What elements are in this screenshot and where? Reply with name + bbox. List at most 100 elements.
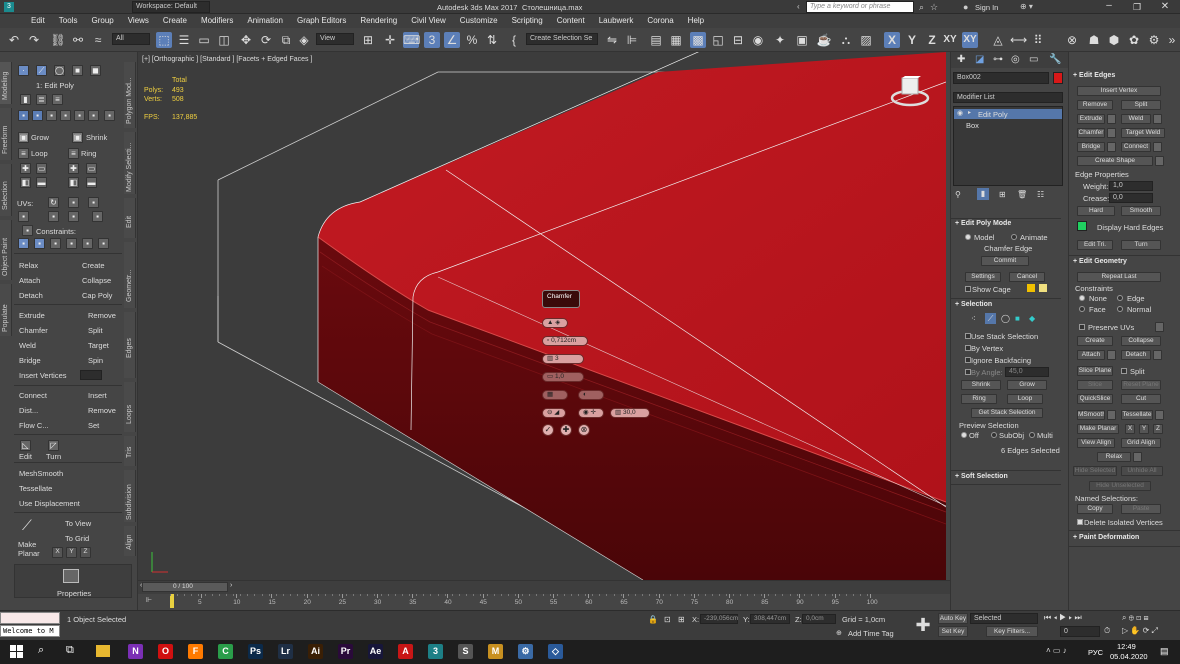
animate-radio[interactable] — [1011, 234, 1017, 240]
collapse-button[interactable]: Collapse — [82, 276, 111, 285]
set-flow-button[interactable]: Set — [88, 421, 99, 430]
viewport-nav-controls-2[interactable]: ▷ ✋ ⟳ ⤢ — [1122, 626, 1158, 636]
named-selection-sets-dropdown[interactable]: Create Selection Se — [526, 33, 598, 45]
element-icon[interactable]: ◼ — [90, 65, 101, 76]
tray-icons[interactable]: ˄ ▭ ♪ — [1046, 646, 1067, 655]
chamfer-type-dropdown[interactable]: ▲ ◈ — [542, 318, 568, 328]
next-frame-icon[interactable]: ▸ — [1069, 613, 1073, 622]
task-view-icon[interactable]: ⧉ — [66, 644, 74, 657]
named-selection-icon[interactable]: { — [506, 32, 522, 48]
menu-item-content[interactable]: Content — [550, 14, 592, 28]
motion-tab-icon[interactable]: ◎ — [1011, 54, 1020, 65]
fov-icon[interactable]: ▷ — [1122, 626, 1128, 635]
pin-stack-icon[interactable]: ⚲ — [955, 190, 961, 199]
create-shape-button[interactable]: Create Shape — [1077, 156, 1153, 166]
chevron-left-icon[interactable]: ‹ — [797, 3, 805, 11]
tool-f-icon[interactable]: ▪ — [88, 110, 99, 121]
ep-split-button[interactable]: Split — [1121, 100, 1161, 110]
taskbar-app-icon[interactable]: S — [458, 644, 473, 659]
pivot-center-icon[interactable]: ⊞ — [360, 32, 376, 48]
settings-button[interactable]: Settings — [965, 272, 1001, 282]
constraint-none-icon[interactable]: ▪ — [18, 238, 29, 249]
zoom-icon[interactable]: ⌕ — [1122, 613, 1126, 622]
constraint-edge-icon[interactable]: ▪ — [34, 238, 45, 249]
edit-tris-button[interactable]: Edit — [19, 452, 32, 461]
taskbar-app-icon[interactable]: Ae — [368, 644, 383, 659]
ep-turn-button[interactable]: Turn — [1121, 240, 1161, 250]
windows-start-icon[interactable] — [10, 645, 23, 658]
axis-z-button[interactable]: Z — [924, 32, 940, 48]
crease-spinner[interactable]: 0,0 — [1109, 193, 1153, 203]
tab-polygon-modeling[interactable]: Polygon Mod... — [124, 62, 136, 128]
curve-editor-icon[interactable]: ◱ — [710, 32, 726, 48]
link-icon[interactable]: ⛓ — [50, 32, 66, 48]
cage-color-swatch[interactable] — [1027, 284, 1035, 292]
distance-connect-button[interactable]: Dist... — [19, 406, 38, 415]
taskbar-app-icon[interactable]: ⚙ — [518, 644, 533, 659]
zoom-all-icon[interactable]: ⊕ — [1129, 613, 1134, 622]
toolbar-overflow-icon[interactable]: » — [1164, 32, 1180, 48]
keyboard-shortcut-override-icon[interactable]: ⌨ — [403, 32, 420, 48]
create-button[interactable]: Create — [82, 261, 105, 270]
taskbar-app-icon[interactable]: Ps — [248, 644, 263, 659]
maxscript-listener[interactable]: Welcome to M — [0, 625, 60, 637]
select-by-name-icon[interactable]: ☰ — [176, 32, 192, 48]
split-checkbox[interactable] — [1121, 368, 1127, 374]
redo-icon[interactable]: ↷ — [26, 32, 42, 48]
tool-a-icon[interactable]: ▪ — [18, 110, 29, 121]
menu-item-laubwerk[interactable]: Laubwerk — [592, 14, 641, 28]
meshsmooth-button[interactable]: MeshSmooth — [19, 469, 63, 478]
constraint-normal-radio[interactable] — [1117, 306, 1123, 312]
ring-mode-d-icon[interactable]: ▬ — [86, 177, 97, 188]
uv-d-icon[interactable]: ▪ — [48, 211, 59, 222]
tessellate-settings-icon[interactable] — [1155, 410, 1164, 420]
taskbar-app-icon[interactable]: Pr — [338, 644, 353, 659]
extrude-settings-icon[interactable] — [1107, 114, 1116, 124]
zoom-extents-icon[interactable]: ⊡ — [1136, 613, 1141, 622]
language-indicator[interactable]: РУС — [1088, 648, 1103, 657]
help-dropdown-icon[interactable]: ⊕ ▾ — [1020, 2, 1033, 11]
remove-loop-button[interactable]: Remove — [88, 406, 116, 415]
eg-detach-button[interactable]: Detach — [1121, 350, 1151, 360]
workspace-dropdown[interactable]: Workspace: Default — [132, 1, 210, 13]
uv-f-icon[interactable]: ▪ — [92, 211, 103, 222]
to-grid-button[interactable]: To Grid — [65, 534, 89, 543]
lock-selection-icon[interactable]: 🔒 — [648, 615, 658, 624]
tab-align[interactable]: Align — [124, 526, 136, 556]
sel-edge-icon[interactable]: ⟋ — [985, 313, 996, 324]
uv-c-icon[interactable]: ▪ — [18, 211, 29, 222]
reset-plane-button[interactable]: Reset Plane — [1121, 380, 1161, 390]
chamfer-quad-toggle[interactable]: ◐ — [578, 390, 604, 400]
split-button[interactable]: Split — [88, 326, 103, 335]
reference-coord-dropdown[interactable]: View — [316, 33, 354, 45]
ep-bridge-button[interactable]: Bridge — [1077, 142, 1105, 152]
add-time-tag-button[interactable]: Add Time Tag — [848, 629, 894, 638]
ep-weld-button[interactable]: Weld — [1121, 114, 1151, 124]
taskbar-app-icon[interactable]: C — [218, 644, 233, 659]
modify-tab-icon[interactable]: ◪ — [975, 54, 984, 65]
menu-item-group[interactable]: Group — [84, 14, 120, 28]
spin-button[interactable]: Spin — [88, 356, 103, 365]
maximize-viewport-icon[interactable]: ⤢ — [1152, 626, 1158, 635]
render-production-icon[interactable]: ☕ — [816, 32, 832, 48]
modifier-list-dropdown[interactable]: Modifier List — [953, 92, 1063, 103]
caddy-cancel-icon[interactable]: ⊗ — [578, 424, 590, 436]
chamfer-amount-spinner[interactable]: ▫ 0,712cm — [542, 336, 588, 346]
loop-mode-b-icon[interactable]: ▭ — [36, 163, 47, 174]
stack-down-icon[interactable]: ≡ — [52, 94, 63, 105]
get-stack-selection-button[interactable]: Get Stack Selection — [971, 408, 1043, 418]
viewport-nav-controls[interactable]: ⌕ ⊕ ⊡ ⊞ — [1122, 613, 1149, 623]
ep-connect-button[interactable]: Connect — [1121, 142, 1151, 152]
key-mode-dropdown[interactable]: Selected — [970, 613, 1038, 624]
eg-tessellate-button[interactable]: Tessellate — [1121, 410, 1153, 420]
tool-c-icon[interactable]: ▪ — [46, 110, 57, 121]
snaps-toggle-icon[interactable]: 3 — [424, 32, 440, 48]
edge-icon[interactable]: ⟋ — [36, 65, 47, 76]
chamfer-settings-icon[interactable] — [1107, 128, 1116, 138]
loop-button[interactable]: Loop — [31, 149, 48, 158]
constraint-face-icon[interactable]: ▪ — [50, 238, 61, 249]
menu-item-edit[interactable]: Edit — [24, 14, 52, 28]
track-bar-icon[interactable]: ⊩ — [146, 596, 152, 604]
loop-mode-a-icon[interactable]: ✚ — [20, 163, 31, 174]
uv-a-icon[interactable]: ▪ — [68, 197, 79, 208]
